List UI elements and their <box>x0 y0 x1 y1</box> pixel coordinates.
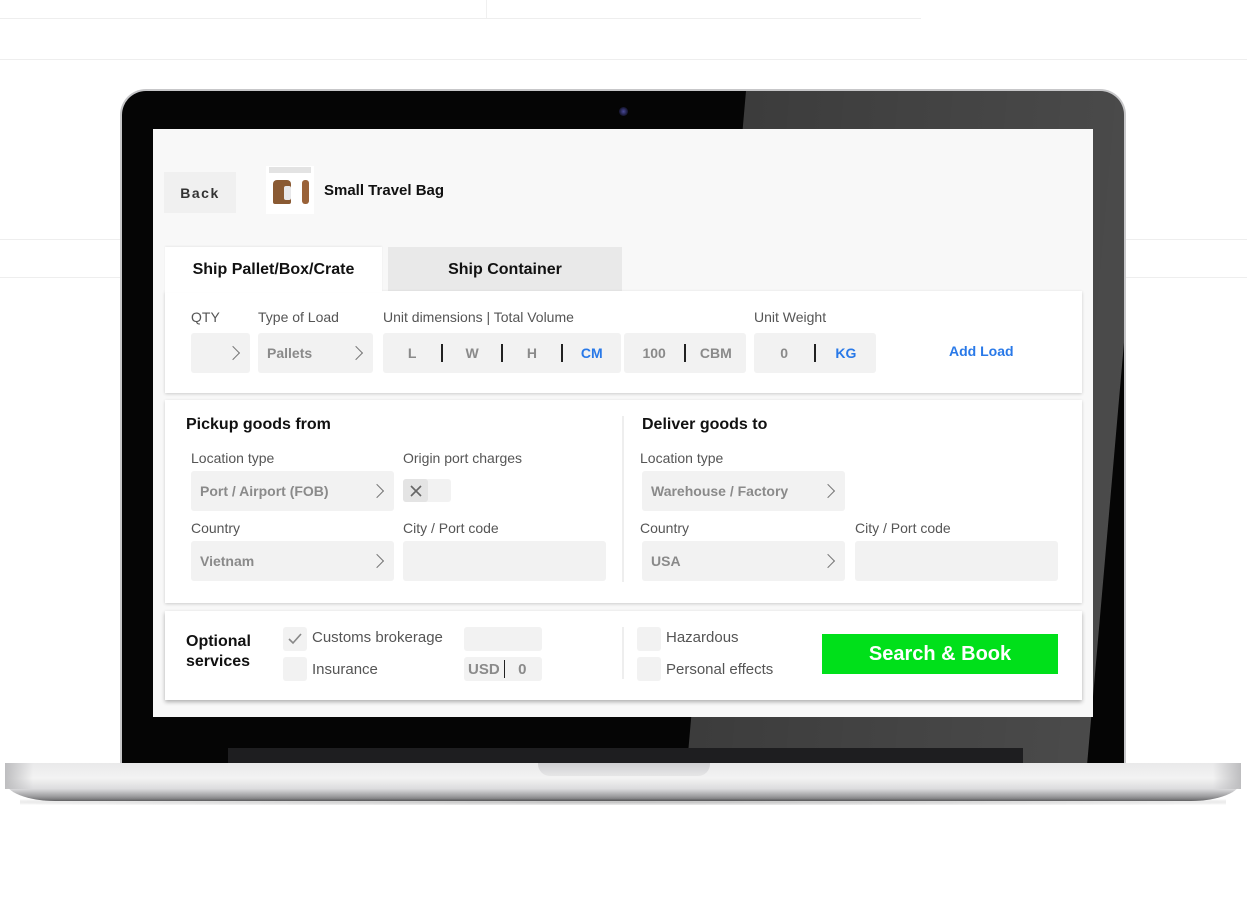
chevron-right-icon <box>348 345 364 361</box>
dim-width-input[interactable]: W <box>443 345 501 361</box>
chevron-right-icon <box>820 553 836 569</box>
column-divider <box>622 627 624 679</box>
qty-label: QTY <box>191 309 220 325</box>
route-card: Pickup goods from Location type Port / A… <box>165 400 1082 603</box>
pickup-city-label: City / Port code <box>403 520 499 536</box>
pickup-location-type-label: Location type <box>191 450 275 466</box>
optional-services-card: Optional services Customs brokerage Insu… <box>165 611 1082 700</box>
pickup-location-type-select[interactable]: Port / Airport (FOB) <box>191 471 394 511</box>
deliver-location-type-label: Location type <box>640 450 724 466</box>
add-load-link[interactable]: Add Load <box>949 343 1014 359</box>
column-divider <box>622 416 624 582</box>
dim-height-input[interactable]: H <box>503 345 561 361</box>
tab-ship-pallet[interactable]: Ship Pallet/Box/Crate <box>165 247 382 292</box>
tab-ship-container[interactable]: Ship Container <box>388 247 622 292</box>
customs-brokerage-checkbox[interactable] <box>283 627 307 651</box>
customs-brokerage-label: Customs brokerage <box>312 629 443 646</box>
unit-dimensions-input[interactable]: L W H CM <box>383 333 621 373</box>
pickup-city-input[interactable] <box>403 541 606 581</box>
chevron-right-icon <box>369 553 385 569</box>
chevron-right-icon <box>369 483 385 499</box>
type-of-load-select[interactable]: Pallets <box>258 333 373 373</box>
insurance-checkbox[interactable] <box>283 657 307 681</box>
customs-brokerage-input[interactable] <box>464 627 542 651</box>
personal-effects-label: Personal effects <box>666 661 774 678</box>
pickup-country-select[interactable]: Vietnam <box>191 541 394 581</box>
chevron-right-icon <box>820 483 836 499</box>
origin-port-charges-label: Origin port charges <box>403 450 523 466</box>
back-button[interactable]: Back <box>164 172 236 213</box>
pickup-country-label: Country <box>191 520 241 536</box>
unit-weight-label: Unit Weight <box>754 309 827 325</box>
volume-value[interactable]: 100 <box>624 345 684 361</box>
background-divider <box>486 0 487 18</box>
optional-services-title: Optional services <box>186 633 251 670</box>
deliver-country-label: Country <box>640 520 690 536</box>
type-of-load-label: Type of Load <box>258 309 339 325</box>
laptop-shadow <box>20 799 1226 805</box>
load-details-card: QTY Type of Load Pallets Unit dimensions… <box>165 291 1082 393</box>
insurance-label: Insurance <box>312 661 378 678</box>
hazardous-label: Hazardous <box>666 629 739 646</box>
product-title: Small Travel Bag <box>324 182 445 199</box>
volume-unit: CBM <box>699 345 732 361</box>
insurance-value-input[interactable]: USD 0 <box>464 657 542 681</box>
product-thumbnail <box>266 166 314 214</box>
pickup-title: Pickup goods from <box>186 416 331 433</box>
dimensions-label: Unit dimensions | Total Volume <box>383 309 574 325</box>
deliver-country-select[interactable]: USA <box>642 541 845 581</box>
qty-select[interactable] <box>191 333 250 373</box>
insurance-value: 0 <box>518 660 527 678</box>
laptop-hinge <box>228 748 1023 764</box>
dim-length-input[interactable]: L <box>383 345 441 361</box>
app-screen: Back Small Travel Bag Ship Pallet/Box/Cr… <box>153 129 1093 717</box>
total-volume-input[interactable]: 100 CBM <box>624 333 746 373</box>
weight-value[interactable]: 0 <box>754 345 814 361</box>
insurance-currency: USD <box>468 660 500 678</box>
personal-effects-checkbox[interactable] <box>637 657 661 681</box>
deliver-city-input[interactable] <box>855 541 1058 581</box>
background-divider <box>0 59 1247 60</box>
unit-weight-input[interactable]: 0 KG <box>754 333 876 373</box>
background-divider <box>0 18 921 19</box>
chevron-right-icon <box>225 345 241 361</box>
webcam-icon <box>619 107 628 116</box>
origin-port-charges-toggle[interactable] <box>403 479 451 502</box>
close-icon <box>403 479 428 502</box>
hazardous-checkbox[interactable] <box>637 627 661 651</box>
dim-unit-toggle[interactable]: CM <box>563 345 621 361</box>
deliver-city-label: City / Port code <box>855 520 951 536</box>
weight-unit-toggle[interactable]: KG <box>816 345 876 361</box>
search-and-book-button[interactable]: Search & Book <box>822 634 1058 674</box>
deliver-title: Deliver goods to <box>642 416 768 433</box>
deliver-location-type-select[interactable]: Warehouse / Factory <box>642 471 845 511</box>
laptop-notch <box>538 763 710 776</box>
checkmark-icon <box>288 633 302 645</box>
